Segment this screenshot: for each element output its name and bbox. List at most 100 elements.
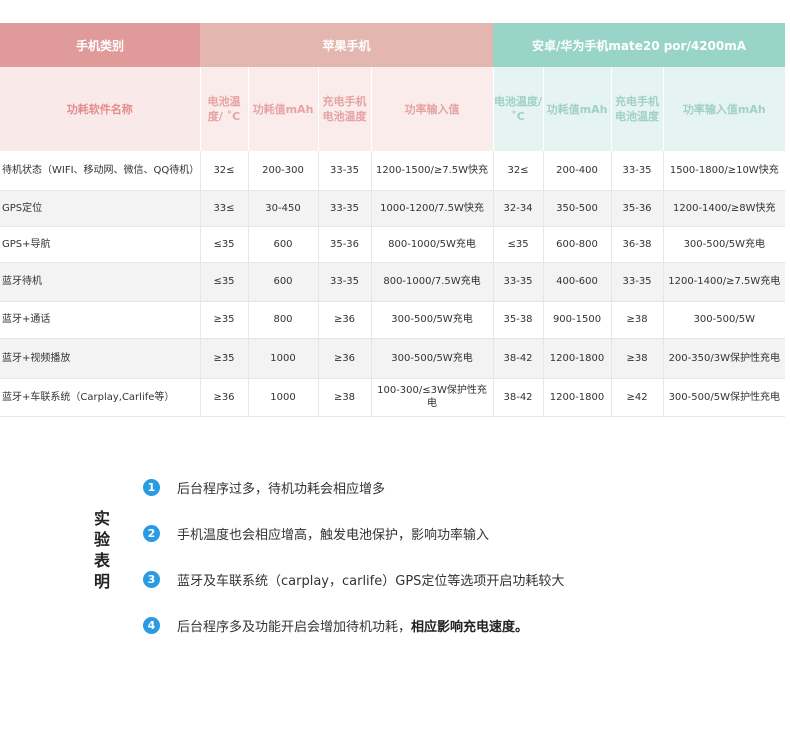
conclusion-text-plain: 手机温度也会相应增高，触发电池保护，影响功率输入 bbox=[177, 527, 490, 543]
conclusion-text-plain: 后台程序多及功能开启会增加待机功耗， bbox=[177, 619, 412, 635]
apple-power-cell: 30-450 bbox=[247, 190, 318, 227]
header-apple-temp: 电池温度/ ˚C bbox=[199, 67, 248, 151]
power-comparison-table: 手机类别 苹果手机 安卓/华为手机mate20 por/4200mA 功耗软件名… bbox=[0, 23, 786, 417]
apple-temp-cell: ≥36 bbox=[199, 378, 248, 417]
apple-power-cell: 1000 bbox=[247, 378, 318, 417]
number-badge-icon: 3 bbox=[143, 570, 160, 588]
android-temp-cell: 32≤ bbox=[492, 151, 544, 191]
android-temp-cell: ≤35 bbox=[492, 226, 544, 263]
header-apple-input: 功率输入值 bbox=[370, 67, 494, 151]
apple-temp-cell: ≥35 bbox=[199, 338, 248, 379]
table-row: 待机状态（WIFI、移动网、微信、QQ待机） 32≤ 200-300 33-35 120… bbox=[0, 151, 786, 191]
apple-power-cell: 200-300 bbox=[247, 151, 318, 191]
conclusion-text-plain: 蓝牙及车联系统（carplay，carlife）GPS定位等选项开启功耗较大 bbox=[177, 573, 565, 589]
android-charge-temp-cell: 33-35 bbox=[610, 151, 664, 191]
apple-temp-cell: ≥35 bbox=[199, 301, 248, 339]
table-row: GPS+导航 ≤35 600 35-36 800-1000/5W充电 ≤35 600-800… bbox=[0, 226, 786, 263]
number-badge-icon: 2 bbox=[143, 524, 160, 542]
header-android-power: 功耗值mAh bbox=[542, 67, 612, 151]
android-power-cell: 1200-1800 bbox=[542, 338, 612, 379]
apple-charge-temp-cell: ≥38 bbox=[317, 378, 371, 417]
apple-power-cell: 1000 bbox=[247, 338, 318, 379]
row-name-cell: GPS定位 bbox=[0, 190, 200, 227]
android-charge-temp-cell: 36-38 bbox=[610, 226, 664, 263]
conclusion-item: 4 后台程序多及功能开启会增加待机功耗，相应影响充电速度。 bbox=[143, 614, 528, 636]
apple-charge-temp-cell: 33-35 bbox=[317, 190, 371, 227]
apple-charge-temp-cell: ≥36 bbox=[317, 301, 371, 339]
row-name-cell: GPS+导航 bbox=[0, 226, 200, 263]
apple-input-cell: 800-1000/5W充电 bbox=[370, 226, 494, 263]
header-android-input: 功率输入值mAh bbox=[662, 67, 786, 151]
table-row: 蓝牙+通话 ≥35 800 ≥36 300-500/5W充电 35-38 900-1500 ≥… bbox=[0, 301, 786, 339]
android-power-cell: 600-800 bbox=[542, 226, 612, 263]
android-power-cell: 350-500 bbox=[542, 190, 612, 227]
row-name-cell: 蓝牙+视频播放 bbox=[0, 338, 200, 379]
table-row: GPS定位 33≤ 30-450 33-35 1000-1200/7.5W快充 32-34… bbox=[0, 190, 786, 227]
apple-input-cell: 1000-1200/7.5W快充 bbox=[370, 190, 494, 227]
table-body: 待机状态（WIFI、移动网、微信、QQ待机） 32≤ 200-300 33-35 120… bbox=[0, 151, 786, 417]
android-input-cell: 1200-1400/≥7.5W充电 bbox=[662, 262, 786, 302]
android-input-cell: 1500-1800/≥10W快充 bbox=[662, 151, 786, 191]
android-power-cell: 400-600 bbox=[542, 262, 612, 302]
sub-header-row: 功耗软件名称 电池温度/ ˚C 功耗值mAh 充电手机电池温度 功率输入值 电池… bbox=[0, 67, 786, 151]
group-header-row: 手机类别 苹果手机 安卓/华为手机mate20 por/4200mA bbox=[0, 23, 786, 67]
android-temp-cell: 38-42 bbox=[492, 338, 544, 379]
conclusion-text: 后台程序过多，待机功耗会相应增多 bbox=[177, 478, 385, 497]
header-android: 安卓/华为手机mate20 por/4200mA bbox=[493, 23, 786, 67]
number-badge-icon: 1 bbox=[143, 478, 160, 496]
apple-charge-temp-cell: ≥36 bbox=[317, 338, 371, 379]
header-apple: 苹果手机 bbox=[200, 23, 494, 67]
apple-input-cell: 800-1000/7.5W充电 bbox=[370, 262, 494, 302]
conclusion-text-bold: 相应影响充电速度。 bbox=[411, 619, 529, 635]
conclusion-item: 2 手机温度也会相应增高，触发电池保护，影响功率输入 bbox=[143, 522, 489, 544]
table-row: 蓝牙+视频播放 ≥35 1000 ≥36 300-500/5W充电 38-42 1200-1… bbox=[0, 338, 786, 379]
android-power-cell: 1200-1800 bbox=[542, 378, 612, 417]
android-input-cell: 300-500/5W充电 bbox=[662, 226, 786, 263]
android-charge-temp-cell: 33-35 bbox=[610, 262, 664, 302]
android-temp-cell: 32-34 bbox=[492, 190, 544, 227]
android-power-cell: 200-400 bbox=[542, 151, 612, 191]
android-input-cell: 300-500/5W保护性充电 bbox=[662, 378, 786, 417]
header-apple-charge-temp: 充电手机电池温度 bbox=[317, 67, 371, 151]
row-name-cell: 蓝牙+车联系统（Carplay,Carlife等） bbox=[0, 378, 200, 417]
conclusion-text: 蓝牙及车联系统（carplay，carlife）GPS定位等选项开启功耗较大 bbox=[177, 570, 564, 589]
apple-input-cell: 100-300/≤3W保护性充电 bbox=[370, 378, 494, 417]
row-name-cell: 蓝牙+通话 bbox=[0, 301, 200, 339]
apple-input-cell: 300-500/5W充电 bbox=[370, 338, 494, 379]
header-android-charge-temp: 充电手机电池温度 bbox=[610, 67, 664, 151]
table-row: 蓝牙待机 ≤35 600 33-35 800-1000/7.5W充电 33-35 400-6… bbox=[0, 262, 786, 302]
header-apple-power: 功耗值mAh bbox=[247, 67, 318, 151]
android-power-cell: 900-1500 bbox=[542, 301, 612, 339]
header-software-name: 功耗软件名称 bbox=[0, 67, 200, 151]
android-charge-temp-cell: 35-36 bbox=[610, 190, 664, 227]
android-input-cell: 200-350/3W保护性充电 bbox=[662, 338, 786, 379]
android-input-cell: 300-500/5W bbox=[662, 301, 786, 339]
row-name-cell: 蓝牙待机 bbox=[0, 262, 200, 302]
conclusion-text: 后台程序多及功能开启会增加待机功耗，相应影响充电速度。 bbox=[177, 616, 528, 635]
row-name-cell: 待机状态（WIFI、移动网、微信、QQ待机） bbox=[0, 151, 200, 191]
apple-temp-cell: 32≤ bbox=[199, 151, 248, 191]
apple-charge-temp-cell: 33-35 bbox=[317, 262, 371, 302]
android-temp-cell: 35-38 bbox=[492, 301, 544, 339]
apple-power-cell: 600 bbox=[247, 262, 318, 302]
header-phone-type: 手机类别 bbox=[0, 23, 200, 67]
conclusion-label: 实验表明 bbox=[93, 509, 110, 591]
conclusion-text: 手机温度也会相应增高，触发电池保护，影响功率输入 bbox=[177, 524, 489, 543]
apple-temp-cell: ≤35 bbox=[199, 262, 248, 302]
apple-charge-temp-cell: 35-36 bbox=[317, 226, 371, 263]
android-charge-temp-cell: ≥38 bbox=[610, 338, 664, 379]
conclusion-item: 3 蓝牙及车联系统（carplay，carlife）GPS定位等选项开启功耗较大 bbox=[143, 568, 564, 590]
apple-temp-cell: ≤35 bbox=[199, 226, 248, 263]
apple-power-cell: 800 bbox=[247, 301, 318, 339]
conclusion-item: 1 后台程序过多，待机功耗会相应增多 bbox=[143, 476, 385, 498]
apple-input-cell: 1200-1500/≥7.5W快充 bbox=[370, 151, 494, 191]
comparison-table-container: 手机类别 苹果手机 安卓/华为手机mate20 por/4200mA 功耗软件名… bbox=[0, 23, 786, 417]
android-temp-cell: 38-42 bbox=[492, 378, 544, 417]
header-android-temp: 电池温度/ ˚C bbox=[492, 67, 544, 151]
android-input-cell: 1200-1400/≥8W快充 bbox=[662, 190, 786, 227]
apple-charge-temp-cell: 33-35 bbox=[317, 151, 371, 191]
android-charge-temp-cell: ≥38 bbox=[610, 301, 664, 339]
android-temp-cell: 33-35 bbox=[492, 262, 544, 302]
conclusion-text-plain: 后台程序过多，待机功耗会相应增多 bbox=[177, 481, 386, 497]
apple-temp-cell: 33≤ bbox=[199, 190, 248, 227]
